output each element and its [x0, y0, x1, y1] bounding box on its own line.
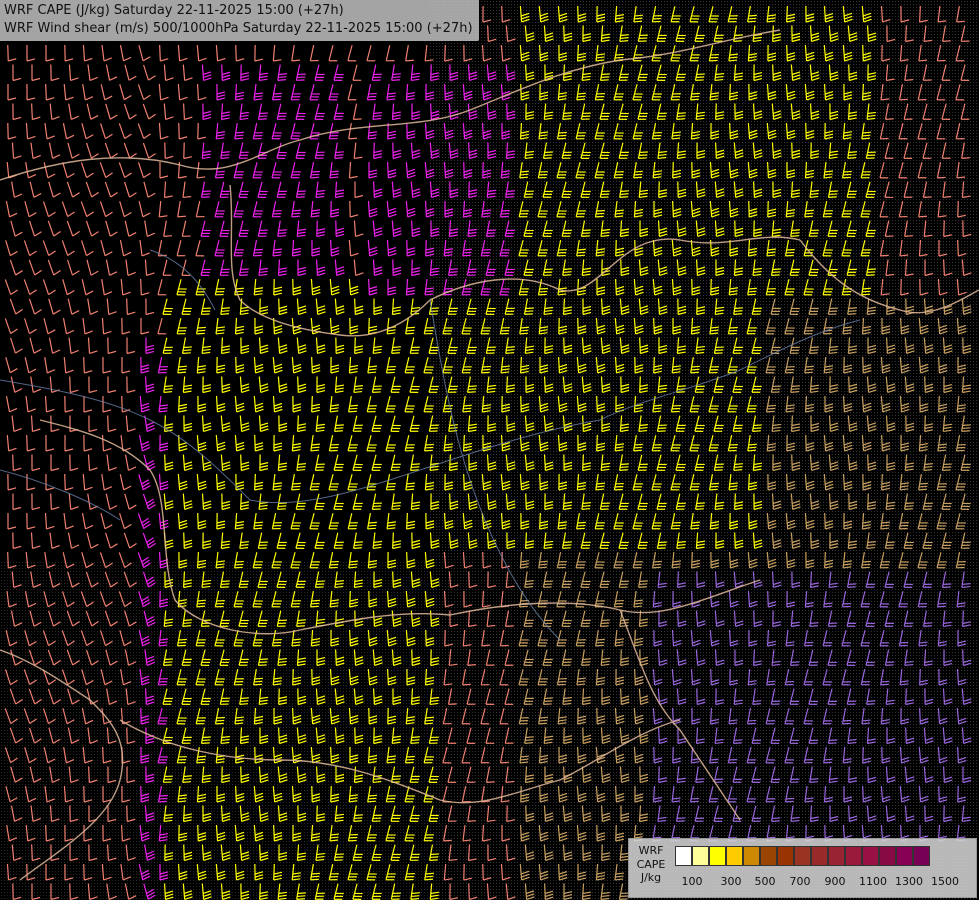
legend-tick: 700: [789, 875, 811, 888]
legend-swatch: [879, 846, 896, 866]
dotted-terrain: [430, 0, 979, 900]
legend-tick: 1300: [895, 875, 923, 888]
legend-ticks: 100 300 500 700 900 1100 1300 1500: [675, 875, 971, 889]
legend-swatch: [896, 846, 913, 866]
legend-tick: 1100: [859, 875, 887, 888]
legend-title-line: CAPE: [636, 857, 666, 871]
dotted-terrain-west: [0, 560, 430, 900]
cape-legend: WRF CAPE J/kg 100 300 500 700 900 1100 1…: [628, 838, 977, 898]
legend-swatch: [726, 846, 743, 866]
legend-swatch: [760, 846, 777, 866]
legend-swatch: [862, 846, 879, 866]
legend-swatch: [845, 846, 862, 866]
cape-title: WRF CAPE (J/kg) Saturday 22-11-2025 15:0…: [4, 3, 344, 18]
wind-shear-map: [0, 0, 979, 900]
map-area: WRF CAPE (J/kg) Saturday 22-11-2025 15:0…: [0, 0, 979, 900]
legend-tick: 100: [681, 875, 703, 888]
legend-swatch: [811, 846, 828, 866]
legend-swatch: [777, 846, 794, 866]
legend-swatch: [675, 846, 692, 866]
legend-swatches: [675, 846, 930, 866]
legend-swatch: [913, 846, 930, 866]
legend-swatch: [709, 846, 726, 866]
legend-title-line: WRF: [638, 844, 664, 857]
legend-swatch: [743, 846, 760, 866]
wind-shear-title: WRF Wind shear (m/s) 500/1000hPa Saturda…: [4, 21, 473, 36]
map-header: WRF CAPE (J/kg) Saturday 22-11-2025 15:0…: [0, 0, 479, 41]
legend-title-line: J/kg: [640, 871, 662, 884]
legend-tick: 300: [720, 875, 742, 888]
legend-swatch: [794, 846, 811, 866]
legend-tick: 1500: [931, 875, 959, 888]
legend-swatch: [692, 846, 709, 866]
legend-swatch: [828, 846, 845, 866]
legend-title: WRF CAPE J/kg: [633, 844, 669, 885]
legend-tick: 500: [754, 875, 776, 888]
legend-tick: 900: [824, 875, 846, 888]
